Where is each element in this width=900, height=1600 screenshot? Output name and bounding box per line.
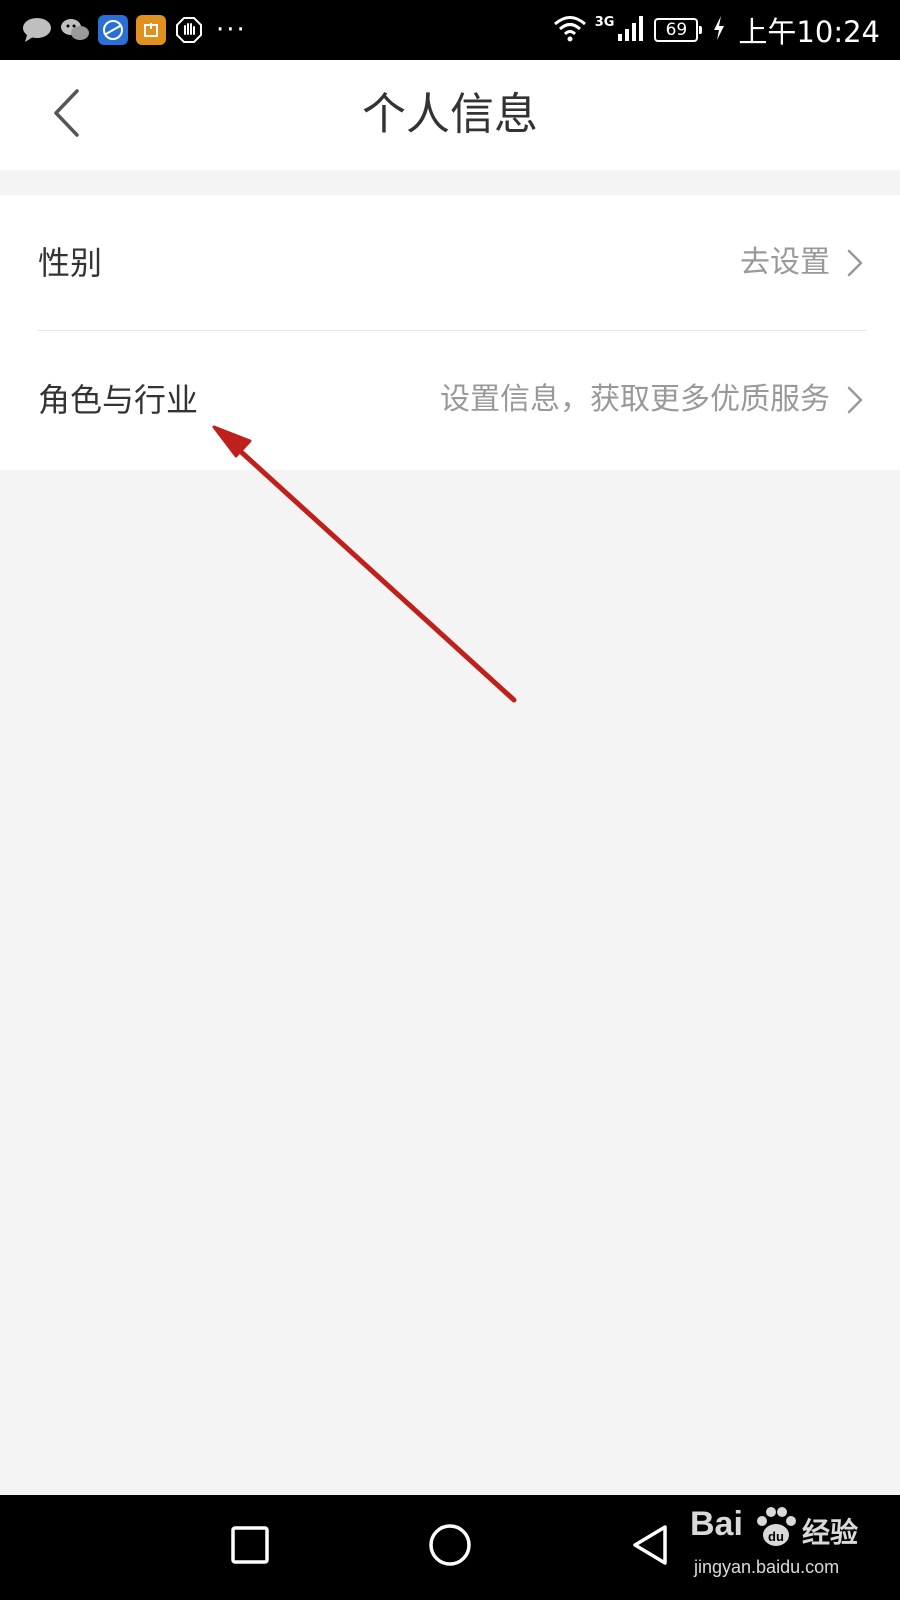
screen: ··· 3G 69 上午10:24 个人信息 性别 去设置 角色与行业 设置信息… xyxy=(0,0,900,1600)
square-icon xyxy=(230,1525,270,1569)
gender-value: 去设置 xyxy=(740,245,830,280)
role-industry-value: 设置信息，获取更多优质服务 xyxy=(440,382,830,417)
list-item-role-industry[interactable]: 角色与行业 设置信息，获取更多优质服务 xyxy=(38,332,866,468)
circle-icon xyxy=(428,1523,472,1571)
hand-icon xyxy=(174,15,204,45)
browser-icon xyxy=(98,15,128,45)
home-button[interactable] xyxy=(423,1520,477,1574)
paw-icon: du xyxy=(752,1503,800,1555)
message-icon xyxy=(22,15,52,45)
svg-text:du: du xyxy=(768,1529,784,1544)
watermark-url: jingyan.baidu.com xyxy=(694,1557,840,1577)
gender-label: 性别 xyxy=(38,244,103,282)
watermark-brand-cn: 经验 xyxy=(802,1516,859,1549)
signal-icon xyxy=(616,14,646,46)
header-bar: 个人信息 xyxy=(0,60,900,170)
row-divider xyxy=(38,330,866,331)
chevron-right-icon xyxy=(844,384,866,416)
wechat-icon xyxy=(60,15,90,45)
overflow-dots: ··· xyxy=(216,15,247,45)
notification-icons: ··· xyxy=(22,12,247,48)
charging-icon xyxy=(712,15,726,45)
network-type-label: 3G xyxy=(594,14,615,30)
recent-apps-button[interactable] xyxy=(223,1520,277,1574)
back-button[interactable] xyxy=(36,85,96,145)
role-industry-label: 角色与行业 xyxy=(38,381,199,419)
triangle-back-icon xyxy=(630,1523,670,1571)
clock: 上午10:24 xyxy=(738,15,880,49)
baidu-jingyan-watermark: Bai du 经验 jingyan.baidu.com xyxy=(690,1505,880,1590)
chevron-right-icon xyxy=(844,247,866,279)
settings-list: 性别 去设置 角色与行业 设置信息，获取更多优质服务 xyxy=(0,195,900,470)
wifi-icon xyxy=(553,14,587,46)
watermark-brand: Bai xyxy=(690,1505,743,1543)
page-title: 个人信息 xyxy=(362,89,538,140)
system-status: 3G 69 上午10:24 xyxy=(553,12,880,49)
package-icon xyxy=(136,15,166,45)
system-back-button[interactable] xyxy=(623,1520,677,1574)
battery-indicator: 69 xyxy=(654,18,703,42)
status-bar: ··· 3G 69 上午10:24 xyxy=(0,0,900,60)
list-item-gender[interactable]: 性别 去设置 xyxy=(38,195,866,331)
chevron-left-icon xyxy=(51,88,81,142)
